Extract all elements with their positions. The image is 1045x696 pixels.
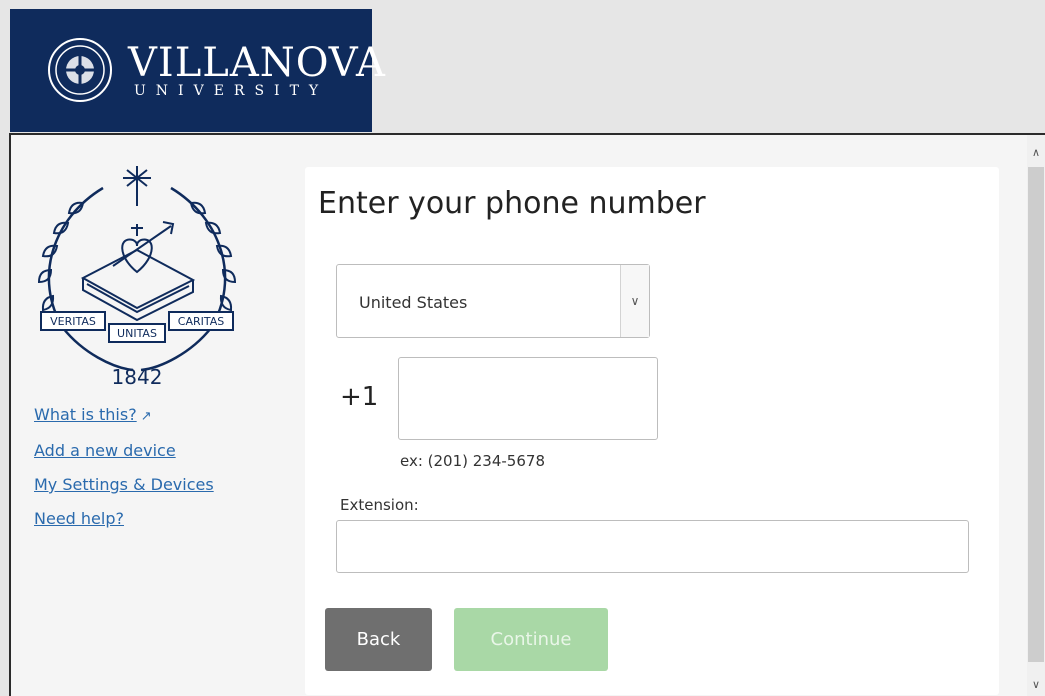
logo-subtitle: UNIVERSITY [134, 83, 329, 99]
sidebar-links: What is this? ↗ Add a new device My Setti… [34, 398, 214, 536]
university-seal-icon [48, 38, 112, 102]
vertical-scrollbar[interactable]: ∧ ∨ [1027, 135, 1045, 696]
extension-label: Extension: [340, 496, 419, 514]
back-button[interactable]: Back [325, 608, 432, 671]
phone-number-input[interactable] [398, 357, 658, 440]
external-link-icon: ↗ [140, 409, 152, 424]
country-select[interactable]: United States ∨ [336, 264, 650, 338]
seal-ribbon-left: VERITAS [50, 315, 96, 328]
country-selected-value: United States [359, 293, 468, 312]
seal-ribbon-center: UNITAS [117, 327, 157, 340]
what-is-this-link[interactable]: What is this? ↗ [34, 398, 214, 434]
chevron-down-icon: ∨ [620, 265, 649, 337]
extension-input[interactable] [336, 520, 969, 573]
scrollbar-thumb[interactable] [1028, 167, 1044, 662]
seal-year: 1842 [112, 365, 163, 388]
what-is-this-label: What is this? [34, 405, 137, 424]
need-help-link[interactable]: Need help? [34, 502, 214, 536]
add-new-device-link[interactable]: Add a new device [34, 434, 214, 468]
villanova-seal-icon: VERITAS CARITAS UNITAS 1842 [37, 166, 237, 388]
university-logo: VILLANOVA UNIVERSITY [10, 9, 385, 132]
my-settings-devices-link[interactable]: My Settings & Devices [34, 468, 214, 502]
continue-button[interactable]: Continue [454, 608, 608, 671]
seal-ribbon-right: CARITAS [178, 315, 224, 328]
scroll-up-icon[interactable]: ∧ [1027, 143, 1045, 161]
page-header: VILLANOVA UNIVERSITY [0, 0, 1045, 134]
logo-wordmark: VILLANOVA [128, 40, 386, 86]
phone-example-hint: ex: (201) 234-5678 [400, 452, 545, 470]
scroll-down-icon[interactable]: ∨ [1027, 675, 1045, 693]
page-title: Enter your phone number [318, 186, 706, 221]
country-code-prefix: +1 [340, 382, 379, 412]
